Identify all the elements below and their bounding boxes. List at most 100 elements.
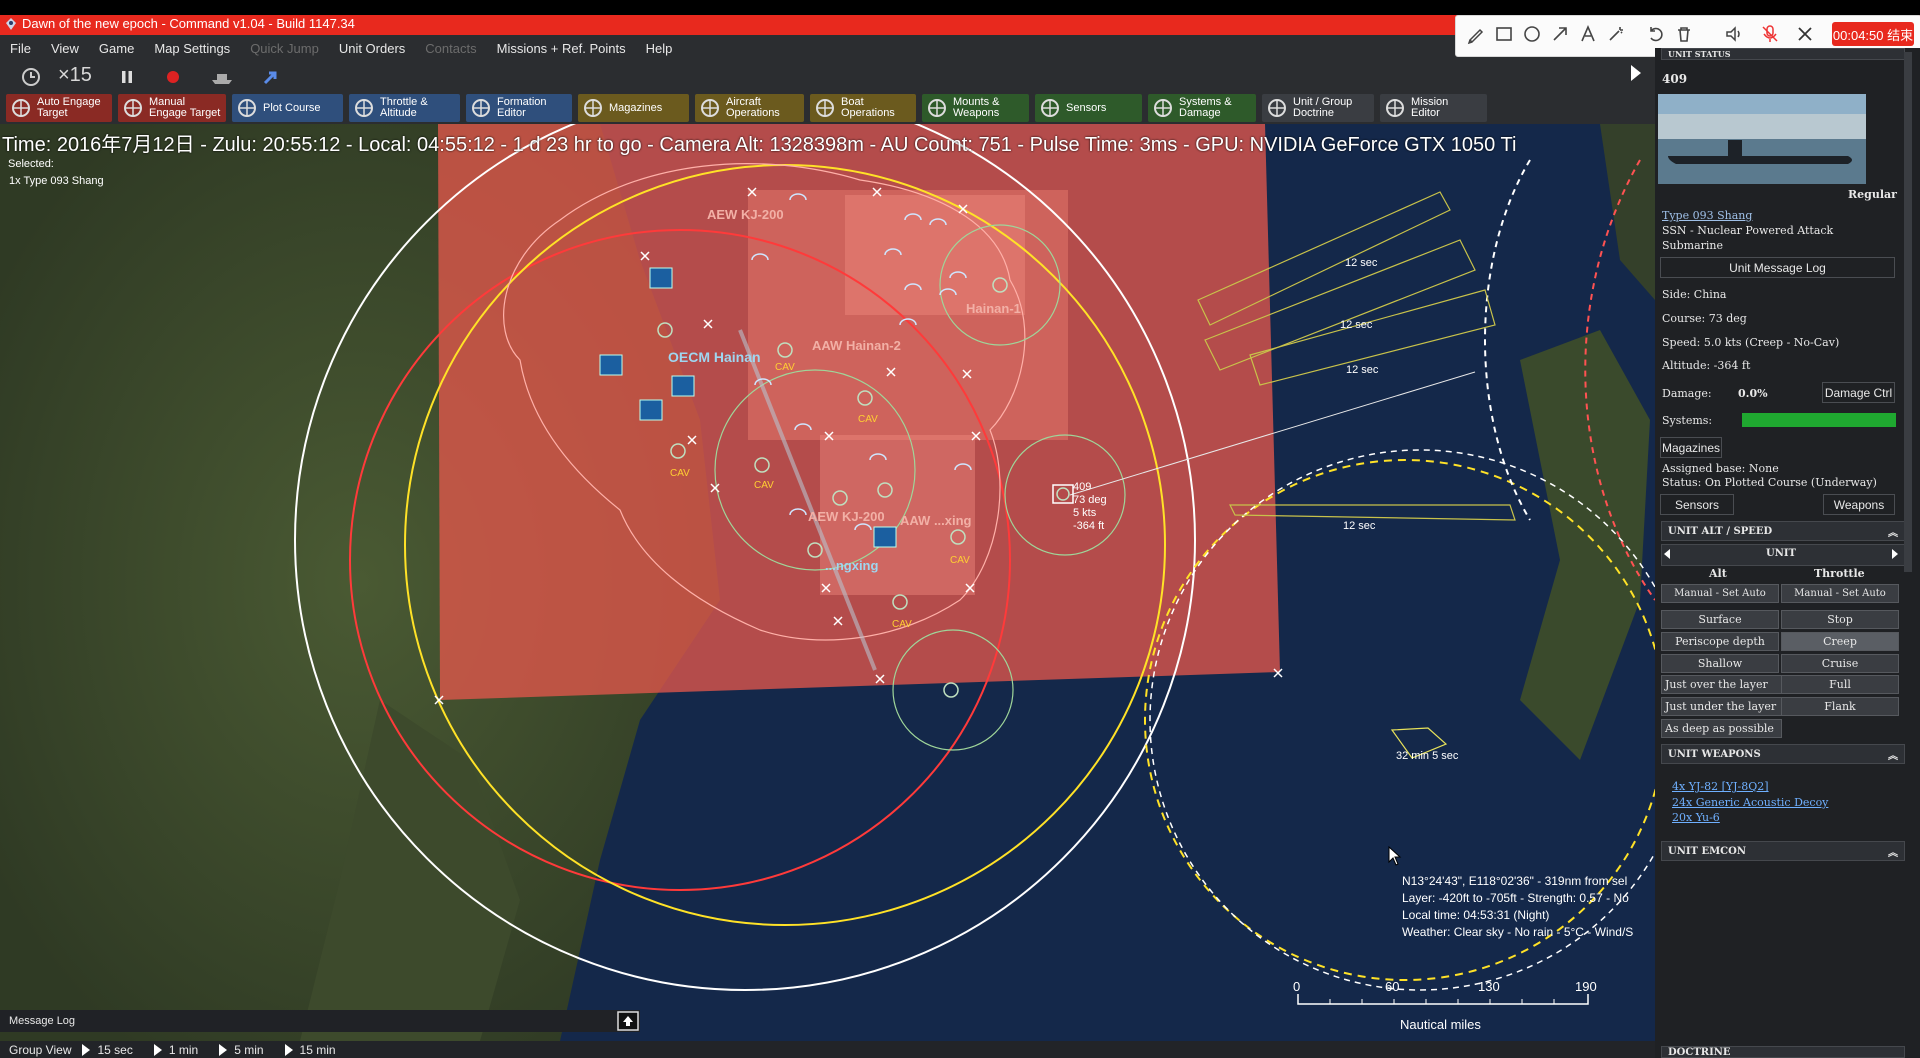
time-compression-label[interactable]: ×15 bbox=[58, 64, 92, 87]
menu-game[interactable]: Game bbox=[89, 41, 144, 56]
menu-map-settings[interactable]: Map Settings bbox=[144, 41, 240, 56]
weapon-link-yj82[interactable]: 4x YJ-82 [YJ-8Q2] bbox=[1672, 780, 1769, 793]
sensors-button[interactable]: Sensors bbox=[1660, 494, 1734, 515]
mounts-weapons-button[interactable]: Mounts & Weapons bbox=[922, 94, 1029, 122]
clock-icon[interactable] bbox=[20, 66, 42, 88]
unit-class-link[interactable]: Type 093 Shang bbox=[1662, 209, 1752, 222]
magazines-toolbar-button[interactable]: Magazines bbox=[578, 94, 689, 122]
jump-arrow-icon[interactable] bbox=[260, 66, 282, 88]
menu-file[interactable]: File bbox=[0, 41, 41, 56]
step-1-min[interactable]: 1 min bbox=[169, 1043, 198, 1057]
formation-editor-button[interactable]: Formation Editor bbox=[466, 94, 572, 122]
manual-engage-button[interactable]: Manual Engage Target bbox=[118, 94, 226, 122]
doctrine-button[interactable]: Unit / Group Doctrine bbox=[1262, 94, 1374, 122]
menu-missions-ref-points[interactable]: Missions + Ref. Points bbox=[487, 41, 636, 56]
mission-editor-button[interactable]: Mission Editor bbox=[1380, 94, 1487, 122]
throttle-full-button[interactable]: Full bbox=[1781, 675, 1899, 694]
magic-wand-icon[interactable] bbox=[1605, 23, 1627, 45]
text-icon[interactable] bbox=[1577, 23, 1599, 45]
message-log-bar[interactable] bbox=[0, 1010, 640, 1032]
throttle-manual-button[interactable]: Manual - Set Auto bbox=[1781, 584, 1899, 603]
weapon-link-decoy[interactable]: 24x Generic Acoustic Decoy bbox=[1672, 796, 1828, 809]
auto-engage-button-label: Auto Engage Target bbox=[37, 96, 101, 119]
step-play-icon[interactable] bbox=[218, 1043, 228, 1057]
emcon-header[interactable]: UNIT EMCON ︽ bbox=[1661, 841, 1905, 861]
step-play-icon[interactable] bbox=[284, 1043, 294, 1057]
step-play-icon[interactable] bbox=[153, 1043, 163, 1057]
menu-help[interactable]: Help bbox=[636, 41, 683, 56]
weapons-button[interactable]: Weapons bbox=[1823, 494, 1895, 515]
aircraft-operations-button[interactable]: Aircraft Operations bbox=[695, 94, 804, 122]
doctrine-header[interactable]: DOCTRINE bbox=[1661, 1046, 1905, 1058]
step-15-sec[interactable]: 15 sec bbox=[97, 1043, 132, 1057]
time-label-2: 12 sec bbox=[1340, 319, 1373, 331]
collapse-chevron-icon[interactable]: ︽ bbox=[1888, 747, 1898, 762]
speaker-icon[interactable] bbox=[1723, 23, 1745, 45]
menu-view[interactable]: View bbox=[41, 41, 89, 56]
trash-icon[interactable] bbox=[1673, 23, 1695, 45]
damage-ctrl-button[interactable]: Damage Ctrl bbox=[1822, 382, 1895, 403]
pen-icon[interactable] bbox=[1465, 23, 1487, 45]
step-15-min[interactable]: 15 min bbox=[300, 1043, 336, 1057]
menu-contacts[interactable]: Contacts bbox=[415, 41, 486, 56]
tactical-map[interactable]: AEW KJ-200 OECM Hainan AAW Hainan-2 Hain… bbox=[0, 124, 1655, 1041]
assigned-base: Assigned base: None bbox=[1662, 462, 1779, 475]
alt-periscope-button[interactable]: Periscope depth bbox=[1661, 632, 1779, 651]
alt-shallow-button[interactable]: Shallow bbox=[1661, 654, 1779, 673]
target-icon bbox=[12, 99, 30, 117]
cav-label: CAV bbox=[754, 480, 774, 491]
magazines-button[interactable]: Magazines bbox=[1660, 437, 1722, 458]
expand-panel-icon[interactable] bbox=[1627, 62, 1645, 84]
unit-status-header[interactable]: UNIT STATUS bbox=[1661, 48, 1905, 60]
panel-scrollbar[interactable] bbox=[1904, 52, 1912, 572]
prev-unit-icon[interactable] bbox=[1661, 548, 1673, 560]
auto-engage-button[interactable]: Auto Engage Target bbox=[6, 94, 112, 122]
throttle-altitude-button[interactable]: Throttle & Altitude bbox=[349, 94, 460, 122]
arrow-icon[interactable] bbox=[1549, 23, 1571, 45]
collapse-chevron-icon[interactable]: ︽ bbox=[1888, 524, 1898, 539]
throttle-cruise-button[interactable]: Cruise bbox=[1781, 654, 1899, 673]
collapse-chevron-icon[interactable]: ︽ bbox=[1888, 844, 1898, 859]
alt-under-layer-button[interactable]: Just under the layer bbox=[1661, 697, 1782, 716]
menu-unit-orders[interactable]: Unit Orders bbox=[329, 41, 415, 56]
map-label-aaw-2: AAW Hainan-2 bbox=[812, 338, 901, 353]
weapons-header[interactable]: UNIT WEAPONS ︽ bbox=[1661, 744, 1905, 764]
throttle-flank-button[interactable]: Flank bbox=[1781, 697, 1899, 716]
gear-icon bbox=[1154, 99, 1172, 117]
pause-icon[interactable] bbox=[116, 66, 138, 88]
mic-muted-icon[interactable] bbox=[1759, 23, 1781, 45]
alt-surface-button[interactable]: Surface bbox=[1661, 610, 1779, 629]
next-unit-icon[interactable] bbox=[1889, 548, 1901, 560]
alt-manual-button[interactable]: Manual - Set Auto bbox=[1661, 584, 1779, 603]
menu-quick-jump[interactable]: Quick Jump bbox=[240, 41, 329, 56]
throttle-creep-button[interactable]: Creep bbox=[1781, 632, 1899, 651]
throttle-stop-button[interactable]: Stop bbox=[1781, 610, 1899, 629]
boat-operations-button[interactable]: Boat Operations bbox=[810, 94, 916, 122]
document-icon bbox=[1268, 99, 1286, 117]
weapon-link-yu6[interactable]: 20x Yu-6 bbox=[1672, 811, 1720, 824]
expand-up-icon[interactable] bbox=[616, 1010, 640, 1032]
unit-message-log-button[interactable]: Unit Message Log bbox=[1660, 257, 1895, 278]
ammo-icon bbox=[584, 99, 602, 117]
sensors-toolbar-button[interactable]: Sensors bbox=[1035, 94, 1142, 122]
undo-icon[interactable] bbox=[1645, 23, 1667, 45]
ship-view-icon[interactable] bbox=[208, 66, 236, 88]
alt-speed-header[interactable]: UNIT ALT / SPEED ︽ bbox=[1661, 521, 1905, 541]
rectangle-icon[interactable] bbox=[1493, 23, 1515, 45]
alt-over-layer-button[interactable]: Just over the layer bbox=[1661, 675, 1782, 694]
scale-tick-0: 0 bbox=[1293, 979, 1301, 994]
mounts-weapons-button-label: Mounts & Weapons bbox=[953, 96, 1000, 119]
systems-health-fill bbox=[1742, 413, 1896, 427]
record-icon[interactable] bbox=[162, 66, 184, 88]
unit-type-line-1: SSN - Nuclear Powered Attack bbox=[1662, 224, 1834, 237]
step-play-icon[interactable] bbox=[81, 1043, 91, 1057]
unit-side: Side: China bbox=[1662, 288, 1727, 301]
close-icon[interactable] bbox=[1794, 23, 1816, 45]
alt-deep-button[interactable]: As deep as possible bbox=[1661, 719, 1782, 738]
systems-damage-button[interactable]: Systems & Damage bbox=[1148, 94, 1256, 122]
group-view-label[interactable]: Group View bbox=[9, 1043, 71, 1057]
step-5-min[interactable]: 5 min bbox=[234, 1043, 263, 1057]
recording-timer-button[interactable]: 00:04:50 结束 bbox=[1832, 22, 1914, 46]
circle-icon[interactable] bbox=[1521, 23, 1543, 45]
plot-course-button[interactable]: Plot Course bbox=[232, 94, 343, 122]
